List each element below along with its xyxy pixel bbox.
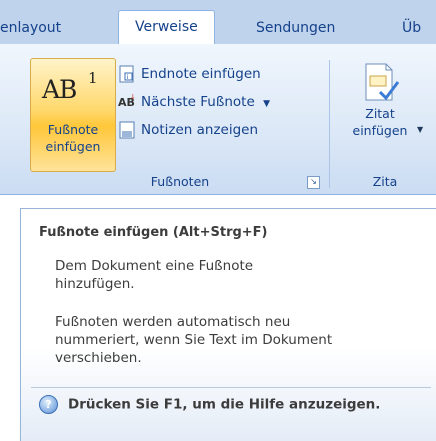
insert-endnote-button[interactable]: i Endnote einfügen bbox=[118, 62, 261, 86]
next-footnote-label: Nächste Fußnote bbox=[141, 94, 255, 110]
insert-citation-label-2: einfügen bbox=[352, 123, 408, 138]
chevron-down-icon[interactable]: ▼ bbox=[263, 99, 270, 109]
footnote-ab-icon: AB bbox=[42, 75, 77, 104]
tooltip-description-line-2: hinzufügen. bbox=[55, 276, 135, 292]
help-icon: ? bbox=[39, 395, 58, 414]
tab-seitenlayout[interactable]: enlayout bbox=[0, 12, 61, 44]
svg-text:↓: ↓ bbox=[130, 93, 136, 101]
group-label-citations: Zita bbox=[372, 174, 398, 189]
insert-endnote-label: Endnote einfügen bbox=[141, 66, 261, 82]
group-label-footnotes: Fußnoten bbox=[150, 174, 210, 189]
insert-citation-label-1: Zitat bbox=[365, 106, 395, 121]
tooltip-divider bbox=[31, 387, 431, 388]
tab-sendungen[interactable]: Sendungen bbox=[256, 12, 335, 44]
insert-footnote-label-1: Fußnote bbox=[47, 122, 99, 137]
tooltip-detail-line-1: Fußnoten werden automatisch neu bbox=[55, 314, 291, 330]
insert-footnote-label-2: einfügen bbox=[45, 139, 101, 154]
show-notes-icon bbox=[118, 121, 136, 139]
tooltip-title: Fußnote einfügen (Alt+Strg+F) bbox=[39, 225, 268, 240]
endnote-icon: i bbox=[118, 65, 136, 83]
tooltip-help: ? Drücken Sie F1, um die Hilfe anzuzeigen… bbox=[39, 395, 380, 414]
tooltip-detail-line-2: nummeriert, wenn Sie Text im Dokument bbox=[55, 332, 333, 348]
tooltip-detail-line-3: verschieben. bbox=[55, 350, 142, 366]
next-footnote-button[interactable]: AB ↓ Nächste Fußnote ▼ bbox=[118, 90, 270, 114]
tab-verweise[interactable]: Verweise bbox=[118, 10, 215, 46]
tab-ueberpruefen[interactable]: Üb bbox=[402, 12, 421, 44]
insert-footnote-button[interactable]: AB 1 Fußnote einfügen bbox=[30, 58, 116, 172]
footnote-superscript: 1 bbox=[88, 69, 98, 87]
tooltip-description-line-1: Dem Dokument eine Fußnote bbox=[55, 258, 254, 274]
next-footnote-icon: AB ↓ bbox=[118, 93, 136, 111]
footnote-tooltip: Fußnote einfügen (Alt+Strg+F) Dem Dokume… bbox=[20, 208, 436, 441]
ribbon-tab-bar: enlayout Verweise Sendungen Üb bbox=[0, 0, 436, 46]
group-separator bbox=[329, 60, 330, 188]
show-notes-button[interactable]: Notizen anzeigen bbox=[118, 118, 258, 142]
tooltip-help-text: Drücken Sie F1, um die Hilfe anzuzeigen. bbox=[68, 396, 381, 413]
chevron-down-icon[interactable]: ▼ bbox=[417, 125, 423, 134]
insert-citation-button[interactable]: Zitat einfügen ▼ bbox=[338, 62, 423, 167]
show-notes-label: Notizen anzeigen bbox=[141, 122, 259, 138]
citation-icon bbox=[360, 62, 400, 106]
